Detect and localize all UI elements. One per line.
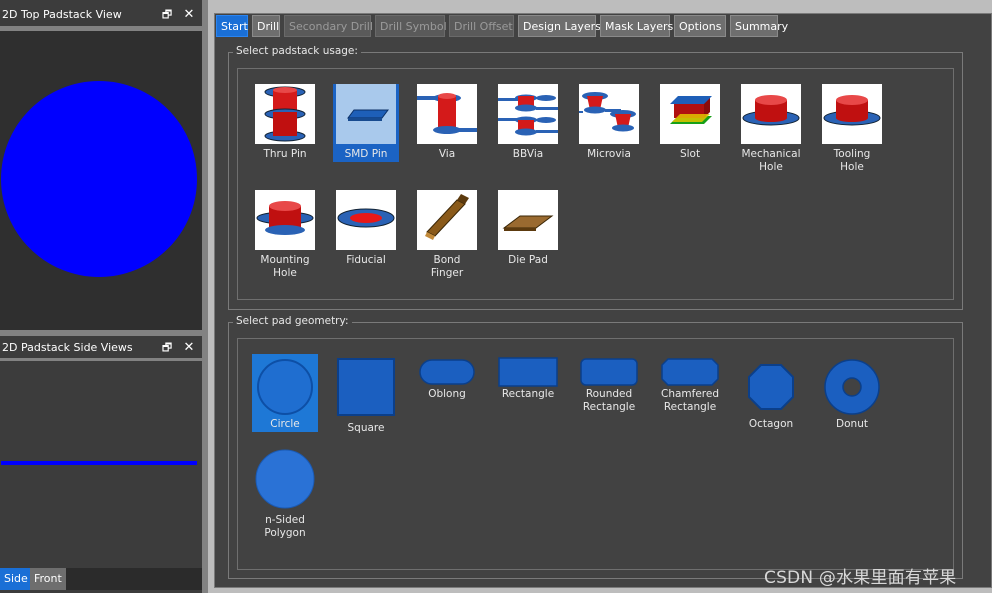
geometry-option-label: Donut [836,418,868,430]
close-icon[interactable]: ✕ [182,7,196,23]
geometry-option-circle[interactable]: Circle [252,354,318,432]
geometry-option-label: Rectangle [501,388,555,400]
geometry-option-label: Octagon [748,418,794,430]
tab-secondary-drill: Secondary Drill [284,15,373,37]
restore-icon[interactable]: 🗗 [160,340,174,356]
thru-pin-icon [255,84,315,144]
tab-front[interactable]: Front [30,568,66,590]
mounting-hole-icon [255,190,315,250]
circle-pad-icon [255,357,315,417]
top-view-canvas [0,31,202,330]
usage-option-label: Mechanical Hole [741,148,801,173]
panel-divider [0,330,202,336]
microvia-icon [579,84,639,144]
usage-option-label: Tooling Hole [833,148,871,173]
tab-side[interactable]: Side [0,568,32,590]
geometry-option-label: Square [347,422,385,434]
geometry-option-label: Circle [270,418,300,430]
watermark: CSDN @水果里面有苹果 [764,568,957,588]
tab-drill-symbol: Drill Symbol [375,15,447,37]
usage-option-label: Bond Finger [430,254,464,279]
via-icon [417,84,477,144]
usage-option-label: Fiducial [346,254,386,266]
usage-option-label: Die Pad [508,254,548,266]
usage-option-smd-pin[interactable]: SMD Pin [333,84,399,162]
usage-option-label: Microvia [587,148,631,160]
tab-drill-offset: Drill Offset [449,15,514,37]
smd-pin-icon [336,84,396,144]
mechanical-hole-icon [741,84,801,144]
restore-icon[interactable]: 🗗 [160,7,174,23]
geometry-option-donut[interactable]: Donut [819,354,885,432]
tooling-hole-icon [822,84,882,144]
left-panels: 2D Top Padstack View 🗗 ✕ 2D Padstack Sid… [0,0,208,593]
oblong-pad-icon [417,357,477,387]
chamfered-rectangle-pad-icon [660,357,720,387]
usage-option-label: BBVia [512,148,544,160]
tab-options[interactable]: Options [674,15,726,37]
tab-design-layers[interactable]: Design Layers [518,15,601,37]
usage-option-thru-pin[interactable]: Thru Pin [252,84,318,162]
side-view-title: 2D Padstack Side Views [2,341,133,354]
usage-option-tooling-hole[interactable]: Tooling Hole [819,84,885,173]
side-view-canvas [0,361,202,568]
close-icon[interactable]: ✕ [182,340,196,356]
side-pad-shape [1,461,197,465]
usage-option-label: Slot [679,148,701,160]
geometry-option-chamfered-rectangle[interactable]: Chamfered Rectangle [657,354,723,413]
bond-finger-icon [417,190,477,250]
usage-option-label: Via [438,148,456,160]
rectangle-pad-icon [498,357,558,387]
side-view-title-bar: 2D Padstack Side Views 🗗 ✕ [0,337,202,359]
top-pad-shape [1,81,197,277]
geometry-option-label: Chamfered Rectangle [660,388,720,413]
slot-icon [660,84,720,144]
geometry-option-label: n-Sided Polygon [264,514,306,539]
usage-option-bond-finger[interactable]: Bond Finger [414,190,480,279]
usage-option-mechanical-hole[interactable]: Mechanical Hole [738,84,804,173]
geometry-option-rounded-rectangle[interactable]: Rounded Rectangle [576,354,642,413]
geometry-option-octagon[interactable]: Octagon [738,354,804,432]
octagon-pad-icon [741,357,801,417]
donut-pad-icon [822,357,882,417]
usage-option-fiducial[interactable]: Fiducial [333,190,399,268]
geometry-option-oblong[interactable]: Oblong [414,354,480,404]
side-view-tabs: Side Front [0,568,202,590]
usage-option-label: Mounting Hole [260,254,310,279]
tab-drill[interactable]: Drill [252,15,280,37]
geometry-option-label: Rounded Rectangle [582,388,636,413]
n-sided-polygon-pad-icon [255,449,315,509]
geometry-option-n-sided-polygon[interactable]: n-Sided Polygon [252,446,318,539]
rounded-rectangle-pad-icon [579,357,639,387]
top-view-title: 2D Top Padstack View [2,8,122,21]
top-view-title-bar: 2D Top Padstack View 🗗 ✕ [0,4,202,26]
geometry-option-rectangle[interactable]: Rectangle [495,354,561,404]
geometry-option-label: Oblong [428,388,466,400]
usage-option-microvia[interactable]: Microvia [576,84,642,162]
usage-option-via[interactable]: Via [414,84,480,162]
usage-option-die-pad[interactable]: Die Pad [495,190,561,268]
geometry-option-square[interactable]: Square [333,354,399,434]
bbvia-icon [498,84,558,144]
fiducial-icon [336,190,396,250]
usage-option-slot[interactable]: Slot [657,84,723,162]
geometry-group-label: Select pad geometry: [233,315,352,327]
usage-option-bbvia[interactable]: BBVia [495,84,561,162]
tab-start[interactable]: Start [216,15,248,37]
usage-group-label: Select padstack usage: [233,45,361,57]
usage-option-mounting-hole[interactable]: Mounting Hole [252,190,318,279]
square-pad-icon [336,357,396,417]
tab-summary[interactable]: Summary [730,15,788,37]
usage-option-label: SMD Pin [344,148,388,160]
usage-option-label: Thru Pin [263,148,307,160]
tab-mask-layers[interactable]: Mask Layers [600,15,673,37]
die-pad-icon [498,190,558,250]
